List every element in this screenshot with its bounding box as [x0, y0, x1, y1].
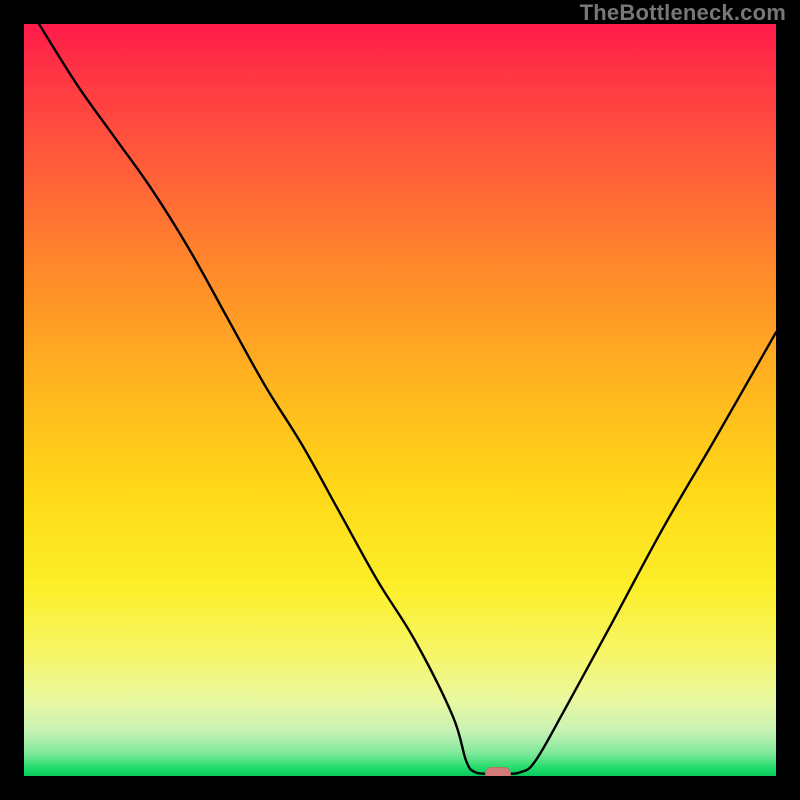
plot-area [24, 24, 776, 776]
bottleneck-curve [24, 24, 776, 776]
optimal-point-marker [485, 767, 511, 776]
chart-frame: TheBottleneck.com [0, 0, 800, 800]
watermark-text: TheBottleneck.com [580, 0, 786, 26]
